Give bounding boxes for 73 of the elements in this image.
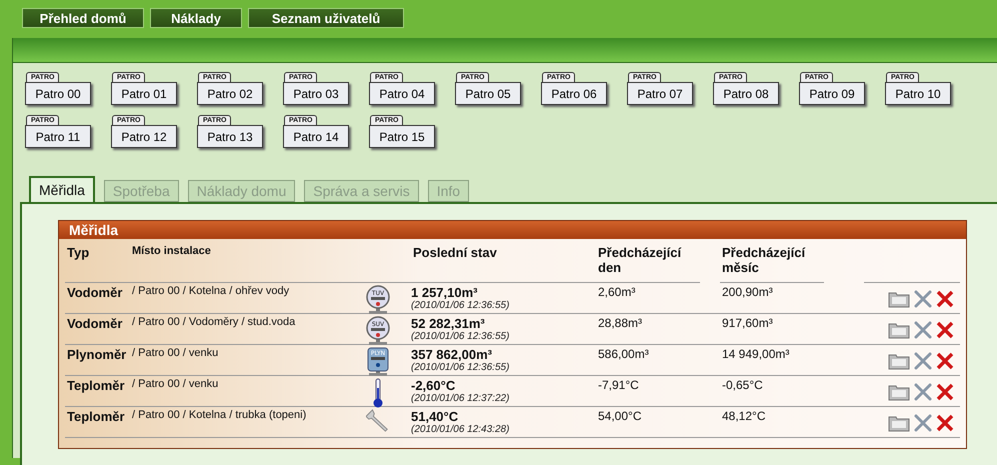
floor-button[interactable]: Patro 04 xyxy=(369,82,435,105)
timestamp: (2010/01/06 12:36:55) xyxy=(411,300,510,311)
tools-icon[interactable] xyxy=(913,351,933,371)
timestamp: (2010/01/06 12:37:22) xyxy=(411,393,510,404)
floor-button[interactable]: Patro 05 xyxy=(455,82,521,105)
floor-button[interactable]: Patro 13 xyxy=(197,125,263,148)
reading-value: 51,40°C xyxy=(411,409,460,424)
table-cell: / Patro 00 / Kotelna / trubka (topeni) xyxy=(130,407,365,438)
table-cell: 917,60m³ xyxy=(720,314,864,345)
floor-button[interactable]: Patro 08 xyxy=(713,82,779,105)
table-cell: 586,00m³ xyxy=(596,345,720,376)
table-cell: Vodoměr xyxy=(65,283,130,314)
timestamp: (2010/01/06 12:43:28) xyxy=(411,424,510,435)
floor-button[interactable]: Patro 01 xyxy=(111,82,177,105)
floor-button[interactable]: Patro 09 xyxy=(799,82,865,105)
table-cell: Teploměr xyxy=(65,376,130,407)
thermometer-icon xyxy=(371,378,385,408)
table-cell: 14 949,00m³ xyxy=(720,345,864,376)
table-cell: / Patro 00 / Kotelna / ohřev vody xyxy=(130,283,365,314)
table-cell: -7,91°C xyxy=(596,376,720,407)
floor-button[interactable]: Patro 06 xyxy=(541,82,607,105)
column-header: Předcházející den xyxy=(596,239,700,283)
tab[interactable]: Měřidla xyxy=(29,176,95,202)
reading-value: -2,60°C xyxy=(411,378,456,393)
floor-button[interactable]: Patro 15 xyxy=(369,125,435,148)
table-cell: Plynoměr xyxy=(65,345,130,376)
nav-button[interactable]: Přehled domů xyxy=(22,8,144,28)
nav-button[interactable]: Náklady xyxy=(150,8,242,28)
column-header: Poslední stav xyxy=(365,239,596,283)
nav-button[interactable]: Seznam uživatelů xyxy=(248,8,404,28)
table-cell: / Patro 00 / venku xyxy=(130,376,365,407)
folder-icon[interactable] xyxy=(888,414,910,432)
reading-value: 357 862,00m³ xyxy=(411,347,493,362)
table-cell: 2,60m³ xyxy=(596,283,720,314)
folder-icon[interactable] xyxy=(888,321,910,339)
folder-icon[interactable] xyxy=(888,352,910,370)
delete-icon[interactable] xyxy=(936,352,954,370)
delete-icon[interactable] xyxy=(936,414,954,432)
reading-value: 1 257,10m³ xyxy=(411,285,478,300)
floor-button[interactable]: Patro 10 xyxy=(885,82,951,105)
panel-title: Měřidla xyxy=(59,221,966,239)
reading-value: 52 282,31m³ xyxy=(411,316,486,331)
tools-icon[interactable] xyxy=(913,289,933,309)
table-cell: 200,90m³ xyxy=(720,283,864,314)
column-header: Místo instalace xyxy=(130,239,365,283)
floor-button[interactable]: Patro 02 xyxy=(197,82,263,105)
table-cell: 48,12°C xyxy=(720,407,864,438)
table-cell: / Patro 00 / venku xyxy=(130,345,365,376)
tools-icon[interactable] xyxy=(913,413,933,433)
wrench-icon xyxy=(366,409,390,433)
column-header: Předcházející měsíc xyxy=(720,239,824,283)
floor-button[interactable]: Patro 11 xyxy=(25,125,91,148)
timestamp: (2010/01/06 12:36:55) xyxy=(411,362,510,373)
tools-icon[interactable] xyxy=(913,382,933,402)
table-cell: -0,65°C xyxy=(720,376,864,407)
table-cell: 54,00°C xyxy=(596,407,720,438)
floor-button[interactable]: Patro 03 xyxy=(283,82,349,105)
timestamp: (2010/01/06 12:36:55) xyxy=(411,331,510,342)
table-cell: / Patro 00 / Vodoměry / stud.voda xyxy=(130,314,365,345)
folder-icon[interactable] xyxy=(888,383,910,401)
delete-icon[interactable] xyxy=(936,383,954,401)
delete-icon[interactable] xyxy=(936,290,954,308)
column-header: Typ xyxy=(65,239,130,283)
floor-button[interactable]: Patro 12 xyxy=(111,125,177,148)
table-cell: Teploměr xyxy=(65,407,130,438)
table-cell: Vodoměr xyxy=(65,314,130,345)
delete-icon[interactable] xyxy=(936,321,954,339)
table-cell: 28,88m³ xyxy=(596,314,720,345)
floor-button[interactable]: Patro 14 xyxy=(283,125,349,148)
floor-button[interactable]: Patro 07 xyxy=(627,82,693,105)
tools-icon[interactable] xyxy=(913,320,933,340)
floor-button[interactable]: Patro 00 xyxy=(25,82,91,105)
folder-icon[interactable] xyxy=(888,290,910,308)
